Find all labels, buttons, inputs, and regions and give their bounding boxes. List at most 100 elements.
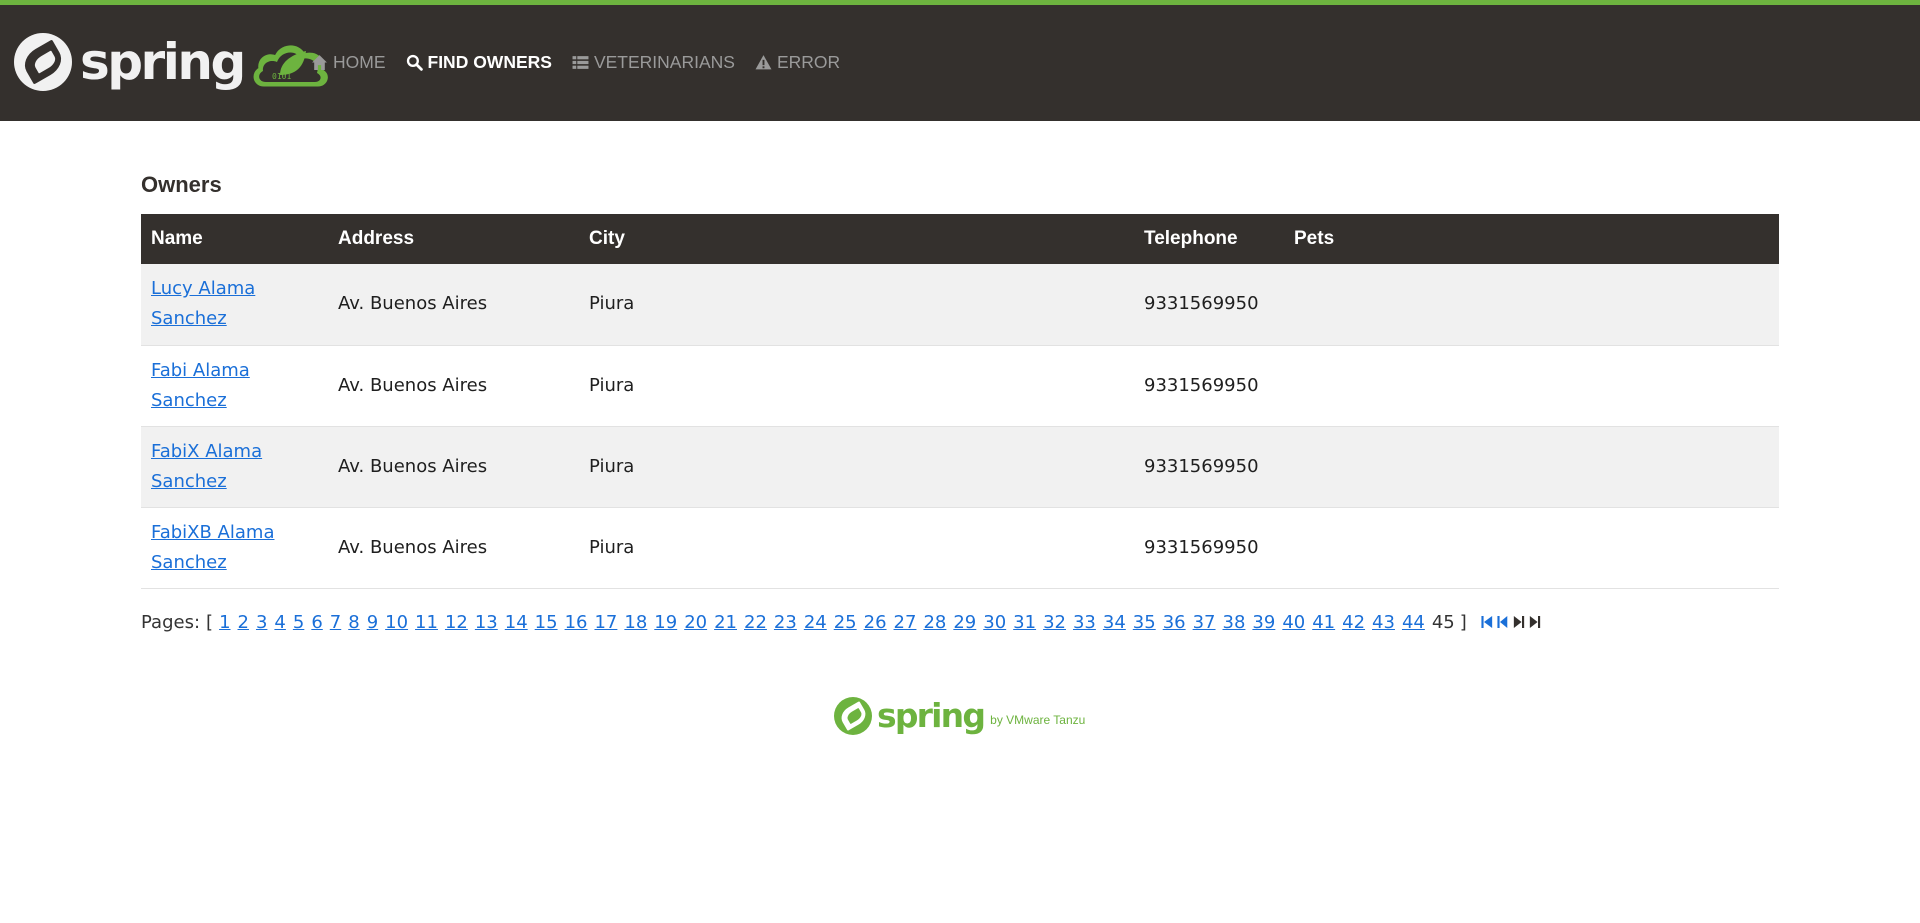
column-header-address: Address bbox=[338, 228, 415, 249]
owner-name-first: Fabi Alama bbox=[151, 359, 250, 381]
page-link[interactable]: 34 bbox=[1103, 612, 1126, 633]
page-link[interactable]: 37 bbox=[1193, 612, 1216, 633]
nav-veterinarians[interactable]: VETERINARIANS bbox=[572, 52, 735, 73]
page-link[interactable]: 13 bbox=[475, 612, 498, 633]
owner-name-link[interactable]: Lucy Alama Sanchez bbox=[151, 274, 255, 334]
table-row: FabiX Alama Sanchez Av. Buenos Aires Piur… bbox=[141, 426, 1779, 507]
nav-error[interactable]: ERROR bbox=[755, 52, 840, 73]
page-link[interactable]: 17 bbox=[594, 612, 617, 633]
page-link[interactable]: 1 bbox=[219, 612, 230, 633]
owner-pets bbox=[1284, 345, 1779, 426]
footer-logo: spring by VMware Tanzu bbox=[834, 697, 1085, 735]
top-navbar: spring 0101 HOME FIND OWNERS VETERINARIA… bbox=[0, 0, 1920, 121]
owner-name-first: FabiX Alama bbox=[151, 440, 263, 462]
page-link[interactable]: 28 bbox=[923, 612, 946, 633]
page-link[interactable]: 21 bbox=[714, 612, 737, 633]
page-link[interactable]: 11 bbox=[415, 612, 438, 633]
page-link[interactable]: 6 bbox=[311, 612, 322, 633]
page-link[interactable]: 43 bbox=[1372, 612, 1395, 633]
owner-telephone: 9331569950 bbox=[1144, 536, 1259, 558]
owner-name-link[interactable]: FabiXB Alama Sanchez bbox=[151, 518, 274, 578]
page-link[interactable]: 14 bbox=[505, 612, 528, 633]
page-link[interactable]: 23 bbox=[774, 612, 797, 633]
page-link[interactable]: 2 bbox=[238, 612, 249, 633]
owner-city: Piura bbox=[589, 536, 635, 558]
nav-find-owners[interactable]: FIND OWNERS bbox=[406, 52, 552, 73]
page-link[interactable]: 20 bbox=[684, 612, 707, 633]
owner-address: Av. Buenos Aires bbox=[338, 536, 488, 558]
owner-address: Av. Buenos Aires bbox=[338, 293, 488, 315]
page-link[interactable]: 40 bbox=[1282, 612, 1305, 633]
page-link[interactable]: 32 bbox=[1043, 612, 1066, 633]
first-page-icon[interactable] bbox=[1481, 613, 1493, 631]
page-link[interactable]: 15 bbox=[535, 612, 558, 633]
owner-name-cell: Fabi Alama Sanchez bbox=[141, 345, 328, 426]
page-link[interactable]: 8 bbox=[348, 612, 359, 633]
brand-logo[interactable]: spring 0101 bbox=[14, 33, 330, 91]
page-link[interactable]: 19 bbox=[654, 612, 677, 633]
previous-page-icon[interactable] bbox=[1497, 613, 1509, 631]
pagination-label: Pages: bbox=[141, 611, 201, 633]
nav-find-owners-label: FIND OWNERS bbox=[427, 52, 552, 72]
owner-telephone: 9331569950 bbox=[1144, 374, 1259, 396]
owner-name-last: Sanchez bbox=[151, 551, 227, 573]
owner-name-first: Lucy Alama bbox=[151, 278, 256, 300]
pagination-nav bbox=[1481, 613, 1545, 631]
page-link[interactable]: 25 bbox=[834, 612, 857, 633]
page-link[interactable]: 22 bbox=[744, 612, 767, 633]
owner-pets bbox=[1284, 507, 1779, 588]
page-link[interactable]: 3 bbox=[256, 612, 267, 633]
table-row: Fabi Alama Sanchez Av. Buenos Aires Piura… bbox=[141, 345, 1779, 426]
owner-telephone: 9331569950 bbox=[1144, 293, 1259, 315]
next-page-icon[interactable] bbox=[1513, 613, 1525, 631]
page-link[interactable]: 41 bbox=[1312, 612, 1335, 633]
owner-name-last: Sanchez bbox=[151, 308, 227, 330]
page-link[interactable]: 7 bbox=[330, 612, 341, 633]
page-link[interactable]: 10 bbox=[385, 612, 408, 633]
owner-pets bbox=[1284, 264, 1779, 345]
owner-name-first: FabiXB Alama bbox=[151, 521, 275, 543]
svg-text:0101: 0101 bbox=[272, 72, 291, 81]
pagination: Pages: [ 1 2 3 4 5 6 7 8 9 10 11 12 13 14 15 16 17 18 19 20… bbox=[141, 609, 1545, 635]
page-link[interactable]: 30 bbox=[983, 612, 1006, 633]
page-link[interactable]: 31 bbox=[1013, 612, 1036, 633]
page-link[interactable]: 16 bbox=[565, 612, 588, 633]
column-header-city: City bbox=[589, 228, 625, 249]
owner-name-cell: Lucy Alama Sanchez bbox=[141, 264, 328, 345]
page-link[interactable]: 5 bbox=[293, 612, 304, 633]
page-link[interactable]: 35 bbox=[1133, 612, 1156, 633]
page-link[interactable]: 9 bbox=[367, 612, 378, 633]
owner-name-link[interactable]: Fabi Alama Sanchez bbox=[151, 356, 250, 416]
owner-telephone: 9331569950 bbox=[1144, 455, 1259, 477]
page-link[interactable]: 24 bbox=[804, 612, 827, 633]
page-link[interactable]: 12 bbox=[445, 612, 468, 633]
main-nav: HOME FIND OWNERS VETERINARIANS ERROR bbox=[311, 52, 860, 73]
page-links: 1 2 3 4 5 6 7 8 9 10 11 12 13 14 15 16 17 18 19 20 21 22 23 24 2… bbox=[219, 612, 1432, 633]
page-link[interactable]: 42 bbox=[1342, 612, 1365, 633]
page-link[interactable]: 33 bbox=[1073, 612, 1096, 633]
page-link[interactable]: 27 bbox=[894, 612, 917, 633]
nav-home[interactable]: HOME bbox=[311, 52, 386, 73]
pagination-open-bracket: [ bbox=[206, 611, 214, 633]
page-link[interactable]: 44 bbox=[1402, 612, 1425, 633]
list-icon bbox=[572, 54, 589, 71]
nav-home-label: HOME bbox=[333, 52, 386, 72]
spring-leaf-icon bbox=[14, 33, 72, 91]
last-page-icon[interactable] bbox=[1529, 613, 1541, 631]
page-link[interactable]: 39 bbox=[1252, 612, 1275, 633]
footer-byline: by VMware Tanzu bbox=[990, 713, 1086, 727]
owner-city: Piura bbox=[589, 374, 635, 396]
home-icon bbox=[311, 54, 328, 71]
page-link[interactable]: 38 bbox=[1223, 612, 1246, 633]
column-header-pets: Pets bbox=[1294, 228, 1335, 249]
page-link[interactable]: 4 bbox=[274, 612, 285, 633]
page-link[interactable]: 29 bbox=[953, 612, 976, 633]
page-link[interactable]: 26 bbox=[864, 612, 887, 633]
page-link[interactable]: 18 bbox=[624, 612, 647, 633]
owner-name-last: Sanchez bbox=[151, 389, 227, 411]
owner-name-link[interactable]: FabiX Alama Sanchez bbox=[151, 437, 262, 497]
page-title: Owners bbox=[141, 172, 222, 197]
column-header-name: Name bbox=[151, 228, 203, 249]
nav-veterinarians-label: VETERINARIANS bbox=[593, 52, 735, 72]
page-link[interactable]: 36 bbox=[1163, 612, 1186, 633]
